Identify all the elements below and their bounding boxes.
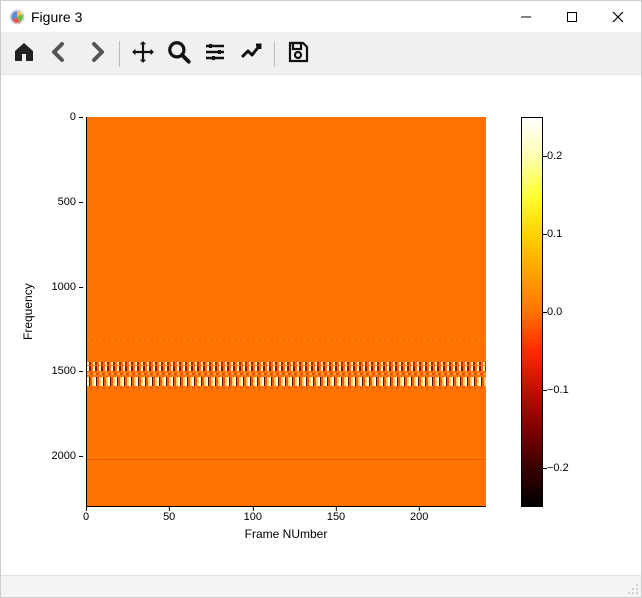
back-button[interactable] xyxy=(45,39,75,69)
axes-button[interactable] xyxy=(236,39,266,69)
sliders-icon xyxy=(203,40,227,67)
x-tick-label: 50 xyxy=(163,511,175,523)
chart-line-icon xyxy=(239,40,263,67)
colorbar-tick-label: 0.0 xyxy=(547,306,562,318)
colorbar-tick-label: −0.1 xyxy=(547,384,569,396)
x-tick-label: 0 xyxy=(83,511,89,523)
subplots-button[interactable] xyxy=(200,39,230,69)
move-icon xyxy=(130,39,156,68)
zoom-icon xyxy=(166,39,192,68)
save-button[interactable] xyxy=(283,39,313,69)
y-tick-label: 500 xyxy=(58,196,76,208)
toolbar-separator xyxy=(119,41,120,67)
x-tick-label: 150 xyxy=(327,511,345,523)
figure-window: Figure 3 xyxy=(0,0,642,598)
heatmap-axes xyxy=(86,117,486,507)
resize-grip-icon[interactable] xyxy=(625,581,639,595)
minimize-button[interactable] xyxy=(503,1,549,33)
y-tick-label: 1500 xyxy=(52,365,76,377)
colorbar-tick-label: 0.2 xyxy=(547,150,562,162)
heatmap-feature xyxy=(87,387,486,389)
y-tick-label: 2000 xyxy=(52,450,76,462)
save-icon xyxy=(286,40,310,67)
colorbar xyxy=(521,117,543,507)
close-button[interactable] xyxy=(595,1,641,33)
forward-button[interactable] xyxy=(81,39,111,69)
y-tick-label: 0 xyxy=(70,111,76,123)
window-title: Figure 3 xyxy=(31,9,82,25)
y-tick-label: 1000 xyxy=(52,281,76,293)
plot-canvas[interactable]: Frequency 0 500 1000 1500 2000 0 50 100 … xyxy=(1,75,641,575)
arrow-right-icon xyxy=(84,40,108,67)
heatmap-feature xyxy=(87,366,486,371)
maximize-button[interactable] xyxy=(549,1,595,33)
heatmap-feature xyxy=(87,373,486,375)
toolbar xyxy=(1,33,641,75)
y-axis-ticks: 0 500 1000 1500 2000 xyxy=(1,117,86,507)
colorbar-tick-label: −0.2 xyxy=(547,462,569,474)
heatmap-feature xyxy=(87,340,486,342)
app-icon xyxy=(9,9,25,25)
x-axis-label: Frame NUmber xyxy=(86,527,486,541)
titlebar: Figure 3 xyxy=(1,1,641,33)
statusbar xyxy=(1,575,641,597)
x-tick-label: 100 xyxy=(244,511,262,523)
arrow-left-icon xyxy=(48,40,72,67)
zoom-button[interactable] xyxy=(164,39,194,69)
colorbar-tick-label: 0.1 xyxy=(547,228,562,240)
toolbar-separator xyxy=(274,41,275,67)
x-tick-label: 200 xyxy=(410,511,428,523)
home-icon xyxy=(12,40,36,67)
pan-button[interactable] xyxy=(128,39,158,69)
heatmap-feature xyxy=(87,362,486,365)
heatmap-feature xyxy=(87,377,486,386)
heatmap-feature xyxy=(87,459,486,460)
home-button[interactable] xyxy=(9,39,39,69)
